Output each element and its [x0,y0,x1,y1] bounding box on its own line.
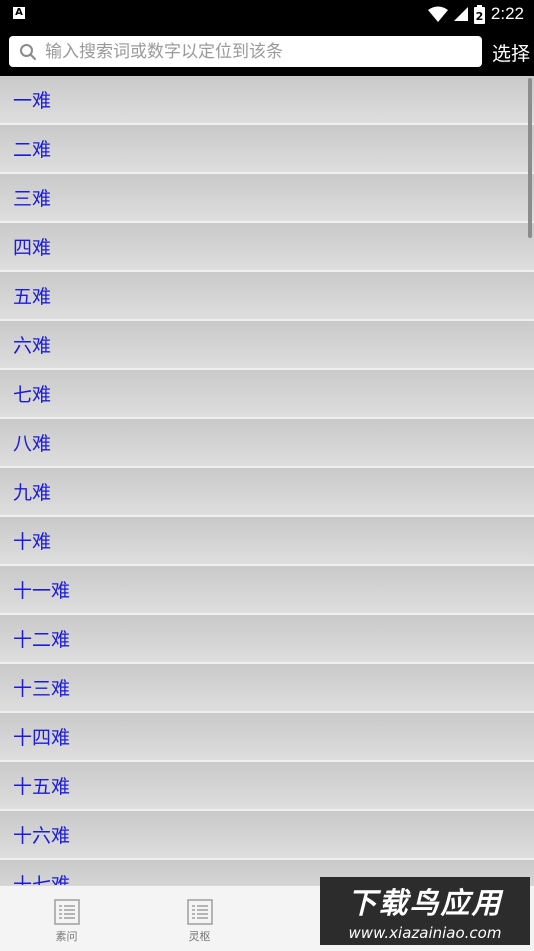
tab-suwen[interactable]: 素问 [0,886,133,951]
list-item[interactable]: 一难 [0,76,534,125]
list-icon [186,899,213,925]
status-time: 2:22 [490,4,524,23]
watermark-logo: 下载鸟应用 www.xiazainiao.com [320,877,530,945]
list-item[interactable]: 六难 [0,321,534,370]
list-item-label: 一难 [13,90,52,112]
list-item-label: 十难 [13,531,52,553]
list-item[interactable]: 十难 [0,517,534,566]
select-button[interactable]: 选择 [492,39,530,66]
list-item-label: 三难 [13,188,52,210]
list-item[interactable]: 十三难 [0,664,534,713]
list-item[interactable]: 十四难 [0,713,534,762]
search-input[interactable] [45,41,482,62]
list-item-label: 七难 [13,384,52,406]
list-item[interactable]: 七难 [0,370,534,419]
list-item-label: 十六难 [13,825,71,847]
list-item[interactable]: 十六难 [0,811,534,860]
list-item-label: 十一难 [13,580,71,602]
signal-icon [453,7,468,21]
list-item[interactable]: 十五难 [0,762,534,811]
list-item[interactable]: 九难 [0,468,534,517]
wifi-icon [427,6,448,22]
list-item-label: 五难 [13,286,52,308]
list-item[interactable]: 四难 [0,223,534,272]
list-item[interactable]: 十一难 [0,566,534,615]
search-box[interactable] [9,36,482,67]
tab-label: 灵枢 [188,930,211,943]
list-item[interactable]: 八难 [0,419,534,468]
list-item-label: 二难 [13,139,52,161]
notification-icon: A [13,7,25,19]
list-scrollbar[interactable] [528,78,532,238]
watermark-title: 下载鸟应用 [347,886,503,920]
status-bar: A 2 2:22 [0,0,534,27]
search-icon [20,43,36,60]
tab-label: 素问 [55,930,78,943]
list-item-label: 九难 [13,482,52,504]
list-item[interactable]: 二难 [0,125,534,174]
list-item-label: 十七难 [13,874,71,885]
list-item-label: 十五难 [13,776,71,798]
list-item-label: 四难 [13,237,52,259]
battery-icon: 2 [473,4,485,24]
list-item[interactable]: 三难 [0,174,534,223]
list-item[interactable]: 十二难 [0,615,534,664]
list-item[interactable]: 五难 [0,272,534,321]
watermark-url: www.xiazainiao.com [348,924,502,942]
chapter-list[interactable]: 一难 二难 三难 四难 五难 六难 七难 八难 九难 十难 十一难 十二难 十三… [0,76,534,885]
list-item-label: 十二难 [13,629,71,651]
list-icon [53,899,80,925]
list-item-label: 六难 [13,335,52,357]
battery-level-text: 2 [476,10,484,23]
search-bar: 选择 [0,27,534,76]
list-item-label: 八难 [13,433,52,455]
status-indicators: 2 2:22 [427,3,524,25]
tab-lingshu[interactable]: 灵枢 [133,886,266,951]
list-item-label: 十三难 [13,678,71,700]
list-item-label: 十四难 [13,727,71,749]
